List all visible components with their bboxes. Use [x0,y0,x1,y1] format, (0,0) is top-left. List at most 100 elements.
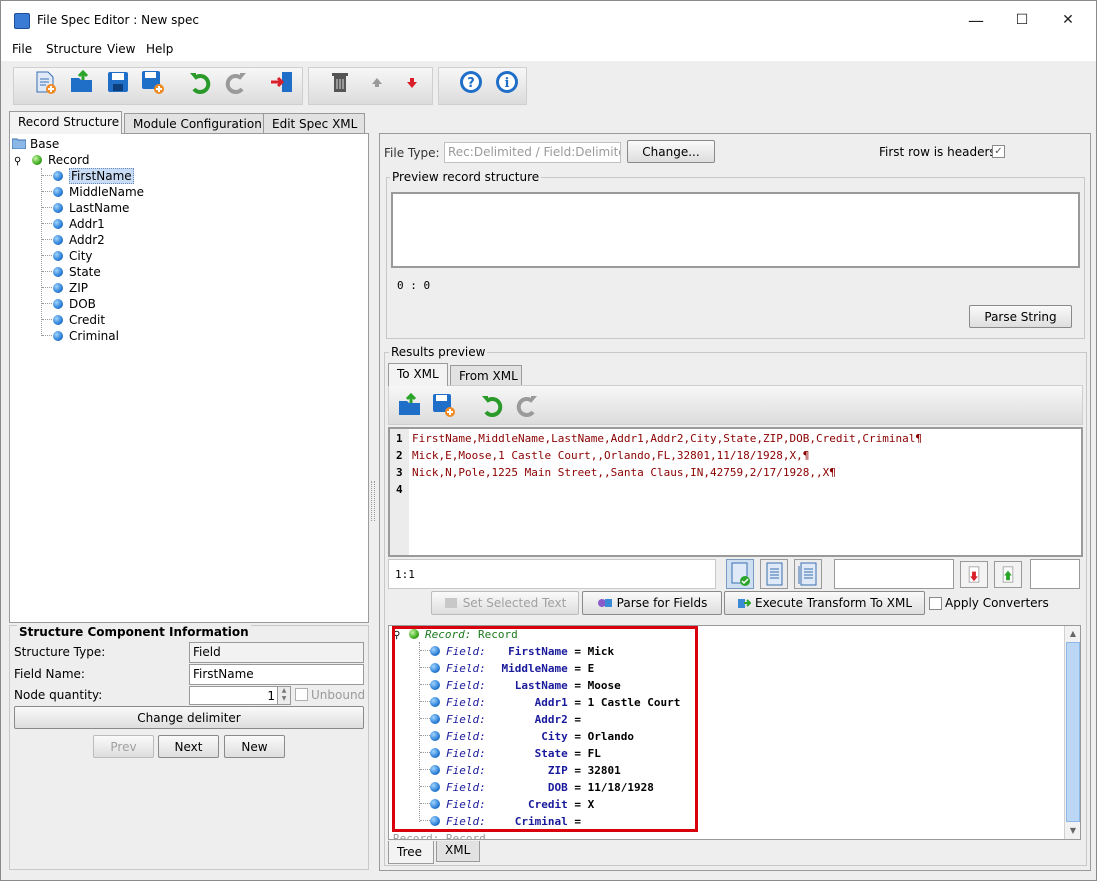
tree-field-middlename[interactable]: MiddleName [42,185,144,201]
view-toggle-2[interactable] [760,559,788,589]
prev-button[interactable]: Prev [93,735,154,758]
results-save-as-button[interactable] [431,392,457,418]
set-selected-text-button[interactable]: Set Selected Text [431,591,579,615]
undo-button[interactable] [187,69,213,95]
parse-string-button[interactable]: Parse String [969,305,1072,328]
tree-connector [42,207,52,208]
tree-root-base[interactable]: Base [11,137,59,153]
tab-to-xml[interactable]: To XML [388,363,448,386]
open-folder-icon [399,392,420,415]
results-preview-title: Results preview [389,345,488,359]
tree-field-dob[interactable]: DOB [42,297,96,313]
tree-field-label: Credit [69,313,106,327]
node-quantity-input[interactable]: 1 [189,686,278,705]
xml-next-record-row[interactable]: Record: Record [393,832,486,839]
line-number: 3 [396,466,403,479]
text-select-icon [444,598,457,608]
scroll-up-arrow-icon[interactable]: ▲ [1065,626,1080,641]
find-prev-button[interactable] [994,561,1022,588]
results-preview-group: Results preview To XML From XML 1 FirstN… [384,345,1087,866]
tab-from-xml[interactable]: From XML [450,365,522,385]
structure-type-label: Structure Type: [14,645,106,659]
preview-string-input[interactable] [391,192,1080,268]
tree-field-label: DOB [69,297,96,311]
open-folder-icon [71,69,92,92]
maximize-button[interactable]: ☐ [999,1,1045,39]
tree-field-label: State [69,265,101,279]
menu-view[interactable]: View [107,42,135,56]
next-button[interactable]: Next [158,735,219,758]
window-title: File Spec Editor : New spec [37,13,199,27]
replace-input[interactable] [1030,559,1080,589]
change-delimiter-button[interactable]: Change delimiter [14,706,364,729]
minimize-button[interactable]: — [953,1,999,39]
new-button[interactable]: New [224,735,285,758]
splitter-handle[interactable] [371,481,375,521]
help-button[interactable]: ? [458,69,484,95]
change-file-type-button[interactable]: Change... [627,140,715,163]
parse-for-fields-button[interactable]: Parse for Fields [582,591,722,615]
search-input[interactable] [834,559,954,589]
field-node-icon [53,299,63,309]
save-as-button[interactable] [140,69,166,95]
scrollbar-thumb[interactable] [1066,642,1080,822]
open-spec-button[interactable] [69,69,95,95]
redo-button[interactable] [223,69,249,95]
tree-field-credit[interactable]: Credit [42,313,105,329]
save-button[interactable] [105,69,131,95]
tab-tree[interactable]: Tree [388,841,434,864]
tab-edit-spec-xml[interactable]: Edit Spec XML [263,113,365,133]
field-node-icon [53,315,63,325]
apply-converters-checkbox[interactable] [929,597,942,610]
close-button[interactable]: ✕ [1045,1,1091,39]
preview-position: 0 : 0 [397,279,431,292]
cursor-position: 1:1 [395,568,415,581]
results-open-button[interactable] [397,392,423,418]
tree-field-addr1[interactable]: Addr1 [42,217,105,233]
scroll-down-arrow-icon[interactable]: ▼ [1065,823,1080,838]
file-type-label: File Type: [384,146,440,160]
field-node-icon [53,219,63,229]
unbound-checkbox[interactable] [295,688,308,701]
menu-help[interactable]: Help [146,42,173,56]
arrow-down-icon [968,566,980,583]
menu-structure[interactable]: Structure [46,42,102,56]
new-spec-button[interactable] [32,69,58,95]
xml-tree-scrollbar[interactable]: ▲ ▼ [1064,626,1080,839]
tree-field-firstname[interactable]: FirstName [42,168,134,185]
move-up-button[interactable] [364,69,390,95]
tree-field-label: FirstName [69,168,134,184]
tree-field-criminal[interactable]: Criminal [42,329,119,345]
field-name-input[interactable]: FirstName [189,664,364,685]
tab-module-configuration[interactable]: Module Configuration [124,113,265,133]
tree-field-label: ZIP [69,281,88,295]
tree-field-zip[interactable]: ZIP [42,281,88,297]
field-node-icon [53,235,63,245]
delete-button[interactable] [327,69,353,95]
results-redo-button[interactable] [514,392,540,418]
move-down-button[interactable] [399,69,425,95]
tree-field-state[interactable]: State [42,265,101,281]
menu-file[interactable]: File [12,42,32,56]
view-toggle-1[interactable] [726,559,754,589]
find-next-button[interactable] [960,561,988,588]
field-node-icon [53,331,63,341]
results-undo-button[interactable] [479,392,505,418]
tree-record[interactable]: ⚲ Record [14,153,89,169]
expand-handle-icon[interactable]: ⚲ [14,156,28,167]
first-row-headers-checkbox[interactable]: ✓ [992,145,1005,158]
view-toggle-3[interactable] [794,559,822,589]
tree-field-addr2[interactable]: Addr2 [42,233,105,249]
exit-button[interactable] [269,69,295,95]
tree-field-city[interactable]: City [42,249,93,265]
tab-record-structure[interactable]: Record Structure [9,111,122,134]
execute-transform-button[interactable]: Execute Transform To XML [724,591,925,615]
apply-converters-label: Apply Converters [945,596,1049,610]
quantity-spinner[interactable]: ▲ ▼ [277,686,291,705]
about-button[interactable]: i [494,69,520,95]
editor-status-bar: 1:1 [388,559,716,589]
source-text-editor[interactable]: 1 FirstName,MiddleName,LastName,Addr1,Add… [388,427,1083,557]
tree-field-lastname[interactable]: LastName [42,201,129,217]
structure-type-field: Field [189,642,364,663]
tab-xml[interactable]: XML [436,841,480,862]
